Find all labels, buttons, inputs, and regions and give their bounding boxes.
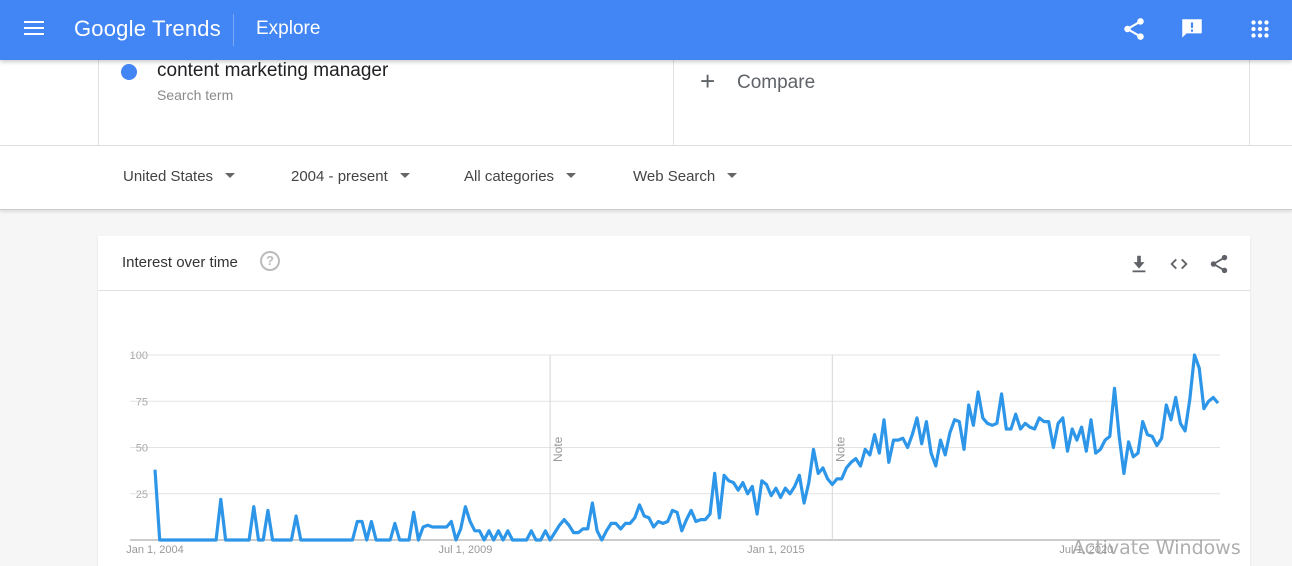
note-label: Note — [551, 436, 565, 462]
y-tick-label: 100 — [130, 350, 148, 362]
note-label: Note — [833, 436, 847, 462]
share-icon[interactable] — [1121, 16, 1147, 42]
x-tick-label: Jul 1, 2009 — [439, 544, 493, 556]
page-title: Explore — [256, 18, 321, 39]
interest-over-time-chart[interactable]: 25 50 75 100 Note Note Jan 1, 2004 Jul 1, 2009 J… — [0, 0, 1292, 560]
feedback-icon[interactable] — [1179, 16, 1205, 42]
x-tick-label: Jul 1, 2020 — [1059, 544, 1113, 556]
header-divider — [233, 14, 234, 46]
menu-icon[interactable] — [24, 18, 46, 40]
top-app-bar: Google Trends Explore — [0, 0, 1292, 60]
app-logo[interactable]: Google Trends — [74, 16, 221, 42]
x-tick-label: Jan 1, 2004 — [126, 544, 184, 556]
x-tick-label: Jan 1, 2015 — [747, 544, 805, 556]
y-tick-label: 75 — [136, 396, 148, 408]
y-tick-label: 25 — [136, 489, 148, 501]
apps-grid-icon[interactable] — [1247, 16, 1273, 42]
y-tick-label: 50 — [136, 443, 148, 455]
app-name: Google Trends — [74, 16, 221, 41]
